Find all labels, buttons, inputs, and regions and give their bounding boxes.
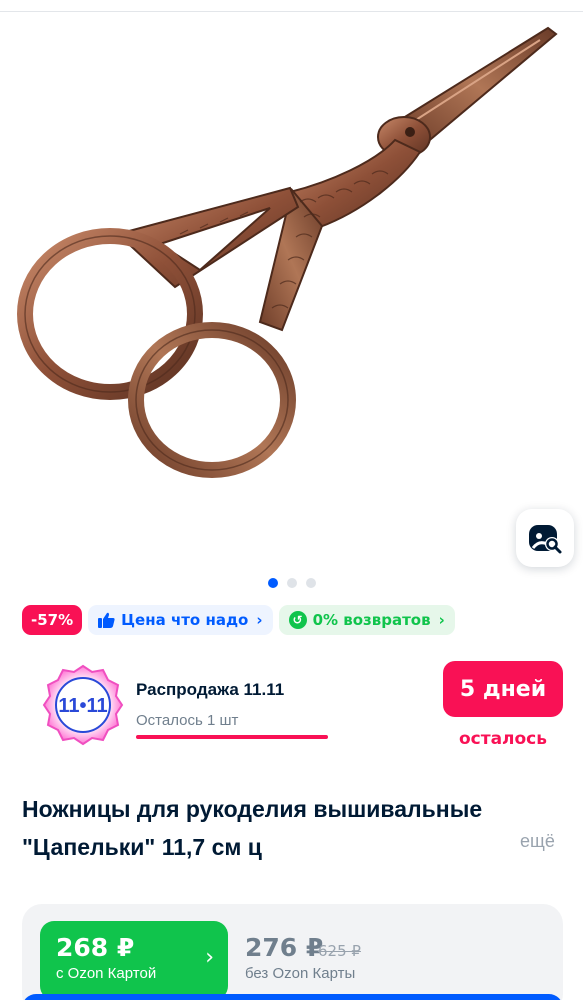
days-left-label: осталось xyxy=(458,729,548,749)
regular-price-label: без Ozon Карты xyxy=(245,965,356,982)
chevron-right-icon: › xyxy=(205,945,214,970)
ozon-card-price-button[interactable]: 268 ₽ с Ozon Картой › xyxy=(40,921,228,1000)
product-image[interactable] xyxy=(0,12,583,572)
gallery-pagination xyxy=(0,578,583,588)
pagination-dot[interactable] xyxy=(267,578,278,588)
title-fade xyxy=(440,828,510,866)
thumbs-up-icon xyxy=(98,612,115,628)
add-to-cart-bar[interactable] xyxy=(22,994,563,1000)
card-price-label: с Ozon Картой xyxy=(56,965,157,982)
visual-search-button[interactable] xyxy=(516,509,574,567)
returns-badge[interactable]: ↺ 0% возвратов › xyxy=(278,605,455,635)
return-arrow-icon: ↺ xyxy=(288,611,307,629)
old-price-value: 625 ₽ xyxy=(318,942,361,960)
title-more-link[interactable]: ещё xyxy=(520,831,555,852)
chevron-right-icon: › xyxy=(438,611,445,629)
product-title: Ножницы для рукоделия вышивальные "Цапел… xyxy=(22,796,483,860)
good-price-label: Цена что надо xyxy=(121,611,249,629)
stock-progress-bar xyxy=(136,735,328,739)
product-gallery[interactable] xyxy=(0,12,583,572)
regular-price-value: 276 ₽ xyxy=(245,933,324,962)
pagination-dot[interactable] xyxy=(286,578,297,588)
badge-row: -57% Цена что надо › ↺ 0% возвратов › xyxy=(22,605,455,635)
sale-title: Распродажа 11.11 xyxy=(136,680,285,699)
svg-text:11•11: 11•11 xyxy=(58,695,107,717)
top-divider xyxy=(0,0,583,12)
returns-label: 0% возвратов xyxy=(312,611,431,629)
chevron-right-icon: › xyxy=(256,611,263,629)
sale-11-11-logo: 11•11 xyxy=(42,664,124,746)
good-price-badge[interactable]: Цена что надо › xyxy=(88,605,273,635)
pagination-dot[interactable] xyxy=(305,578,316,588)
card-price-value: 268 ₽ xyxy=(56,933,135,962)
stock-remaining: Осталось 1 шт xyxy=(136,712,239,729)
camera-search-icon xyxy=(529,525,562,554)
sale-promo-block[interactable]: 11•11 Распродажа 11.11 Осталось 1 шт 5 д… xyxy=(0,656,583,756)
discount-badge: -57% xyxy=(22,605,83,635)
days-left-badge: 5 дней xyxy=(443,661,563,717)
